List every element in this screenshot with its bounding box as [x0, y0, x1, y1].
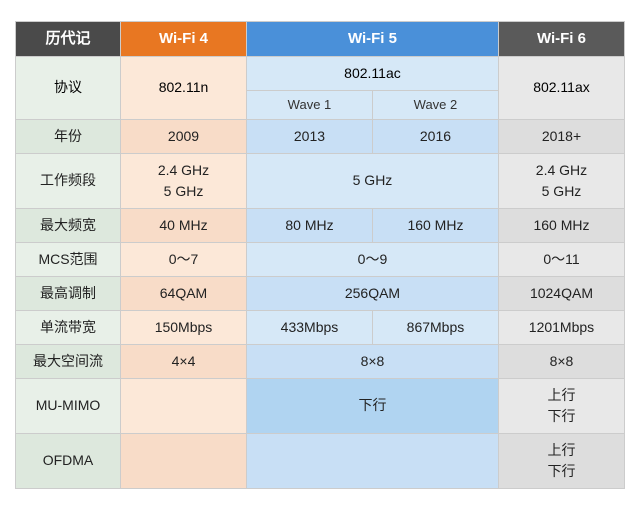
- year-wave2: 2016: [372, 119, 498, 153]
- spatial-streams-row: 最大空间流 4×4 8×8 8×8: [16, 344, 625, 378]
- table-header: 历代记 Wi-Fi 4 Wi-Fi 5 Wi-Fi 6: [16, 21, 625, 57]
- mcs-row: MCS范围 0～7 0～9 0～11: [16, 242, 625, 276]
- stream-bw-wave1: 433Mbps: [246, 310, 372, 344]
- freq-band-wifi6: 2.4 GHz 5 GHz: [498, 153, 624, 208]
- freq-band-row: 工作频段 2.4 GHz 5 GHz 5 GHz 2.4 GHz 5 GHz: [16, 153, 625, 208]
- modulation-label: 最高调制: [16, 276, 121, 310]
- year-label: 年份: [16, 119, 121, 153]
- mu-mimo-label: MU-MIMO: [16, 378, 121, 433]
- ofdma-wifi6: 上行 下行: [498, 433, 624, 488]
- freq-band-wifi5: 5 GHz: [246, 153, 498, 208]
- header-col-wifi4: Wi-Fi 4: [121, 21, 247, 57]
- mcs-wifi4: 0～7: [121, 242, 247, 276]
- modulation-wifi5: 256QAM: [246, 276, 498, 310]
- stream-bw-row: 单流带宽 150Mbps 433Mbps 867Mbps 1201Mbps: [16, 310, 625, 344]
- protocol-top-row: 协议 802.11n 802.11ac 802.11ax: [16, 57, 625, 91]
- spatial-streams-wifi5: 8×8: [246, 344, 498, 378]
- modulation-wifi6: 1024QAM: [498, 276, 624, 310]
- ofdma-label: OFDMA: [16, 433, 121, 488]
- max-bw-wifi4: 40 MHz: [121, 208, 247, 242]
- stream-bw-wifi6: 1201Mbps: [498, 310, 624, 344]
- freq-band-wifi4: 2.4 GHz 5 GHz: [121, 153, 247, 208]
- mcs-wifi6: 0～11: [498, 242, 624, 276]
- max-bw-wave2: 160 MHz: [372, 208, 498, 242]
- header-col-history: 历代记: [16, 21, 121, 57]
- header-col-wifi5: Wi-Fi 5: [246, 21, 498, 57]
- protocol-label: 协议: [16, 57, 121, 120]
- year-row: 年份 2009 2013 2016 2018+: [16, 119, 625, 153]
- year-wifi4: 2009: [121, 119, 247, 153]
- mu-mimo-row: MU-MIMO 下行 上行 下行: [16, 378, 625, 433]
- ofdma-wifi5: [246, 433, 498, 488]
- wifi5-protocol-top: 802.11ac: [246, 57, 498, 91]
- stream-bw-label: 单流带宽: [16, 310, 121, 344]
- wifi4-protocol: 802.11n: [121, 57, 247, 120]
- stream-bw-wave2: 867Mbps: [372, 310, 498, 344]
- max-bw-row: 最大频宽 40 MHz 80 MHz 160 MHz 160 MHz: [16, 208, 625, 242]
- freq-band-label: 工作频段: [16, 153, 121, 208]
- wave2-label: Wave 2: [372, 91, 498, 120]
- header-col-wifi6: Wi-Fi 6: [498, 21, 624, 57]
- modulation-row: 最高调制 64QAM 256QAM 1024QAM: [16, 276, 625, 310]
- max-bw-wave1: 80 MHz: [246, 208, 372, 242]
- wave1-label: Wave 1: [246, 91, 372, 120]
- ofdma-wifi4: [121, 433, 247, 488]
- stream-bw-wifi4: 150Mbps: [121, 310, 247, 344]
- modulation-wifi4: 64QAM: [121, 276, 247, 310]
- mcs-wifi5: 0～9: [246, 242, 498, 276]
- mcs-label: MCS范围: [16, 242, 121, 276]
- mu-mimo-wifi5: 下行: [246, 378, 498, 433]
- spatial-streams-wifi4: 4×4: [121, 344, 247, 378]
- ofdma-row: OFDMA 上行 下行: [16, 433, 625, 488]
- year-wave1: 2013: [246, 119, 372, 153]
- year-wifi6: 2018+: [498, 119, 624, 153]
- spatial-streams-label: 最大空间流: [16, 344, 121, 378]
- spatial-streams-wifi6: 8×8: [498, 344, 624, 378]
- wifi-comparison-table: 历代记 Wi-Fi 4 Wi-Fi 5 Wi-Fi 6 协议 802.11n 8…: [15, 21, 625, 489]
- mu-mimo-wifi6: 上行 下行: [498, 378, 624, 433]
- max-bw-label: 最大频宽: [16, 208, 121, 242]
- max-bw-wifi6: 160 MHz: [498, 208, 624, 242]
- wifi6-protocol: 802.11ax: [498, 57, 624, 120]
- mu-mimo-wifi4: [121, 378, 247, 433]
